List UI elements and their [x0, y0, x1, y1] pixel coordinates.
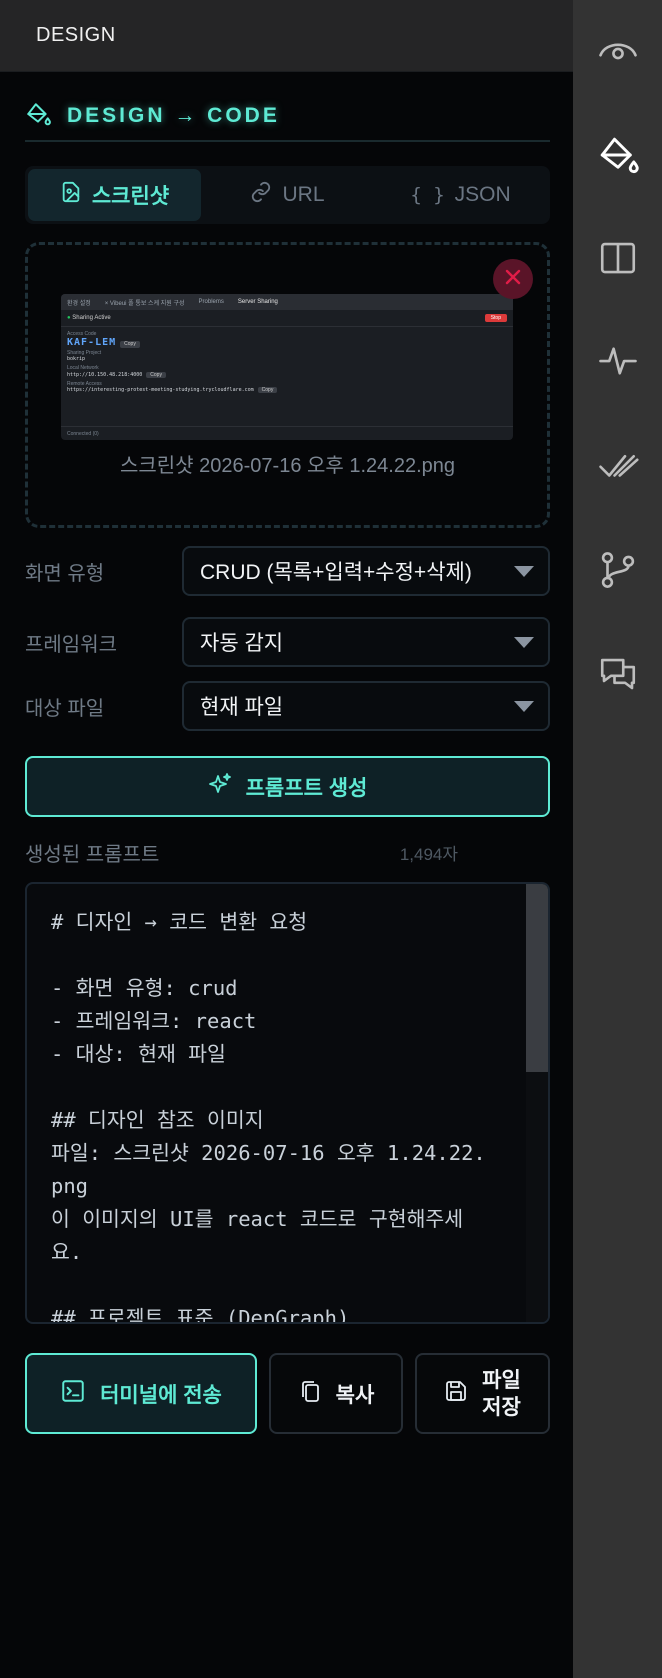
sparkles-icon — [208, 772, 232, 802]
framework-label: 프레임워크 — [25, 633, 117, 656]
send-to-terminal-button[interactable]: 터미널에 전송 — [25, 1353, 257, 1434]
send-to-terminal-label: 터미널에 전송 — [100, 1383, 222, 1407]
paint-bucket-icon — [25, 101, 51, 132]
generate-prompt-label: 프롬프트 생성 — [245, 776, 368, 800]
scrollbar[interactable] — [526, 884, 548, 1322]
copy-label: 복사 — [335, 1383, 375, 1407]
paint-bucket-icon[interactable] — [573, 130, 662, 180]
activity-bar — [573, 0, 662, 1678]
copy-button[interactable]: 복사 — [269, 1353, 403, 1434]
prompt-text: # 디자인 → 코드 변환 요청 - 화면 유형: crud - 프레임워크: … — [51, 910, 486, 1324]
generate-prompt-button[interactable]: 프롬프트 생성 — [25, 756, 550, 817]
copy-icon — [298, 1379, 322, 1409]
screen-type-select[interactable]: CRUD (목록+입력+수정+삭제) — [182, 546, 550, 596]
save-file-label: 파일 저장 — [482, 1368, 521, 1419]
tab-screenshot[interactable]: 스크린샷 — [28, 169, 201, 221]
tab-label: JSON — [454, 183, 511, 206]
close-icon — [503, 267, 523, 292]
screen-type-label: 화면 유형 — [25, 562, 105, 585]
screen-type-row: 화면 유형 CRUD (목록+입력+수정+삭제) — [25, 546, 550, 596]
tab-label: URL — [282, 183, 325, 206]
section-title: DESIGN → CODE — [25, 92, 550, 142]
tab-url[interactable]: URL — [201, 169, 374, 221]
chevron-down-icon — [514, 700, 534, 712]
output-label: 생성된 프롬프트 — [25, 844, 160, 866]
check-all-icon[interactable] — [573, 440, 662, 490]
uploaded-filename: 스크린샷 2026-07-16 오후 1.24.22.png — [119, 455, 456, 477]
terminal-icon — [60, 1378, 86, 1410]
target-file-label: 대상 파일 — [25, 697, 105, 720]
framework-row: 프레임워크 자동 감지 — [25, 617, 550, 667]
source-tabs: 스크린샷 URL { } JSON — [25, 166, 550, 224]
book-icon[interactable] — [573, 233, 662, 283]
tab-label: 스크린샷 — [91, 185, 170, 208]
remove-image-button[interactable] — [493, 259, 533, 299]
save-file-button[interactable]: 파일 저장 — [415, 1353, 550, 1434]
link-icon — [250, 181, 272, 209]
target-file-select[interactable]: 현재 파일 — [182, 681, 550, 731]
framework-select[interactable]: 자동 감지 — [182, 617, 550, 667]
page-title: DESIGN → CODE — [67, 104, 280, 127]
design-panel: DESIGN DESIGN → CODE 스크린샷 URL {} JSON 환… — [0, 0, 573, 1678]
image-upload-icon — [60, 181, 82, 209]
chevron-down-icon — [514, 636, 534, 648]
panel-header: DESIGN — [0, 0, 573, 72]
save-icon — [444, 1379, 468, 1409]
screenshot-thumbnail: 환경 설정 × Vibeui 폴 통보 스케 지원 구성 Problems Se… — [61, 294, 513, 440]
chat-bubbles-icon[interactable] — [573, 649, 662, 699]
tab-json[interactable]: { } JSON — [374, 169, 547, 221]
eye-icon[interactable] — [573, 25, 662, 75]
braces-icon: { } — [410, 184, 445, 206]
scrollbar-thumb[interactable] — [526, 884, 548, 1072]
git-branch-icon[interactable] — [573, 545, 662, 595]
target-file-row: 대상 파일 현재 파일 — [25, 681, 550, 731]
panel-header-title: DESIGN — [36, 24, 116, 46]
char-count: 1,494자 — [399, 845, 458, 864]
screenshot-dropzone[interactable]: 환경 설정 × Vibeui 폴 통보 스케 지원 구성 Problems Se… — [25, 242, 550, 528]
chevron-down-icon — [514, 565, 534, 577]
prompt-output[interactable]: # 디자인 → 코드 변환 요청 - 화면 유형: crud - 프레임워크: … — [25, 882, 550, 1324]
activity-pulse-icon[interactable] — [573, 336, 662, 386]
